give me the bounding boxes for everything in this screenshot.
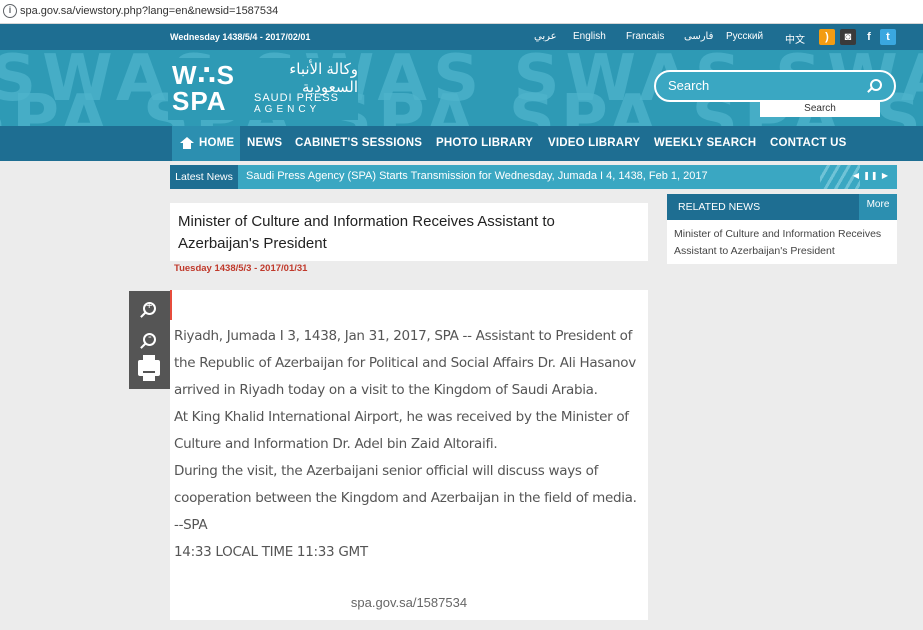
lang-french[interactable]: Francais bbox=[626, 31, 664, 42]
nav-weekly-search[interactable]: WEEKLY SEARCH bbox=[654, 137, 756, 149]
ticker-controls[interactable]: ◀ ❚❚ ▶ bbox=[853, 171, 889, 180]
ticker-label: Latest News bbox=[170, 165, 238, 189]
paragraph: During the visit, the Azerbaijani senior… bbox=[174, 463, 637, 506]
related-news-panel: RELATED NEWS More Minister of Culture an… bbox=[667, 194, 897, 264]
logo-arabic-text: وكالة الأنباء السعودية bbox=[289, 61, 358, 96]
url-text[interactable]: spa.gov.sa/viewstory.php?lang=en&newsid=… bbox=[20, 5, 278, 17]
related-news-title: RELATED NEWS bbox=[678, 201, 761, 213]
instagram-icon[interactable]: ◙ bbox=[840, 29, 856, 45]
nav-home[interactable]: HOME bbox=[172, 126, 240, 161]
more-button[interactable]: More bbox=[859, 194, 897, 220]
logo-english-line1: SAUDI PRESS bbox=[254, 92, 339, 104]
lang-persian[interactable]: فارسی bbox=[684, 31, 713, 42]
article-date: Tuesday 1438/5/3 - 2017/01/31 bbox=[174, 263, 308, 274]
nav-photo-library[interactable]: PHOTO LIBRARY bbox=[436, 137, 533, 149]
paragraph: Riyadh, Jumada I 3, 1438, Jan 31, 2017, … bbox=[174, 328, 636, 398]
home-icon bbox=[180, 137, 194, 149]
facebook-icon[interactable]: f bbox=[861, 29, 877, 45]
article-body-card: Riyadh, Jumada I 3, 1438, Jan 31, 2017, … bbox=[170, 290, 648, 620]
browser-address-bar[interactable]: i spa.gov.sa/viewstory.php?lang=en&newsi… bbox=[0, 0, 923, 24]
accent-bar bbox=[170, 290, 172, 320]
paragraph: At King Khalid International Airport, he… bbox=[174, 409, 629, 452]
search-input[interactable]: Search bbox=[654, 70, 896, 102]
news-ticker: Latest News Saudi Press Agency (SPA) Sta… bbox=[170, 165, 897, 189]
related-news-item[interactable]: Minister of Culture and Information Rece… bbox=[674, 226, 894, 260]
article-body: Riyadh, Jumada I 3, 1438, Jan 31, 2017, … bbox=[174, 323, 640, 566]
nav-home-label: HOME bbox=[199, 137, 235, 149]
article-title: Minister of Culture and Information Rece… bbox=[178, 213, 555, 252]
search-button[interactable]: Search bbox=[760, 100, 880, 117]
article-tools bbox=[129, 291, 170, 389]
ticker-headline[interactable]: Saudi Press Agency (SPA) Starts Transmis… bbox=[246, 170, 708, 182]
lang-russian[interactable]: Русский bbox=[726, 31, 763, 42]
paragraph: 14:33 LOCAL TIME 11:33 GMT bbox=[174, 544, 368, 560]
logo-mark: W∴S SPA bbox=[172, 60, 235, 116]
info-icon[interactable]: i bbox=[3, 4, 17, 18]
top-strip: Wednesday 1438/5/4 - 2017/02/01 عربي Eng… bbox=[0, 24, 923, 50]
spa-logo[interactable]: W∴S SPA وكالة الأنباء السعودية SAUDI PRES… bbox=[168, 58, 358, 120]
article-title-card: Minister of Culture and Information Rece… bbox=[170, 203, 648, 261]
main-nav: HOME NEWS CABINET'S SESSIONS PHOTO LIBRA… bbox=[0, 126, 923, 161]
nav-news[interactable]: NEWS bbox=[247, 137, 282, 149]
zoom-in-icon[interactable] bbox=[143, 300, 156, 315]
current-date: Wednesday 1438/5/4 - 2017/02/01 bbox=[170, 32, 311, 42]
zoom-out-icon[interactable] bbox=[143, 331, 156, 346]
rss-icon[interactable]: ) bbox=[819, 29, 835, 45]
twitter-icon[interactable]: t bbox=[880, 29, 896, 45]
search-placeholder: Search bbox=[668, 78, 710, 93]
lang-chinese[interactable]: 中文 bbox=[785, 31, 805, 46]
nav-video-library[interactable]: VIDEO LIBRARY bbox=[548, 137, 640, 149]
related-news-header: RELATED NEWS More bbox=[667, 194, 897, 220]
lang-arabic[interactable]: عربي bbox=[534, 31, 557, 42]
short-link[interactable]: spa.gov.sa/1587534 bbox=[170, 595, 648, 610]
logo-english-line2: AGENCY bbox=[254, 104, 321, 115]
nav-cabinet-sessions[interactable]: CABINET'S SESSIONS bbox=[295, 137, 422, 149]
search-icon[interactable] bbox=[870, 79, 882, 91]
paragraph: --SPA bbox=[174, 517, 208, 533]
print-icon[interactable] bbox=[138, 355, 160, 381]
nav-contact-us[interactable]: CONTACT US bbox=[770, 137, 847, 149]
lang-english[interactable]: English bbox=[573, 31, 606, 42]
